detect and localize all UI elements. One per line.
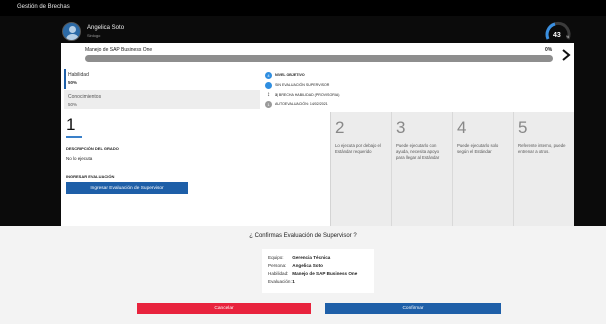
level-column[interactable]: 4 Puede ejecutarlo solo según el Estánda… <box>453 112 513 226</box>
score-suffix: % <box>566 35 570 39</box>
score-value: 43 <box>553 32 561 39</box>
summary-row: Habilidad: Manejo de SAP Business One <box>268 271 357 276</box>
tab-habilidad[interactable] <box>64 69 260 89</box>
level-column[interactable]: 5 Referente interno, puede entrenar a ot… <box>514 112 574 226</box>
summary-value: Manejo de SAP Business One <box>292 271 358 276</box>
summary-key: Persona: <box>268 263 287 268</box>
summary-row: Evaluación: 1 <box>268 279 295 284</box>
level-number: 3 <box>396 118 406 137</box>
target-level-icon: 4 <box>265 71 272 79</box>
summary-value: Gerencia Técnica <box>292 255 331 260</box>
app-title: Gestión de Brechas <box>17 4 70 10</box>
self-evaluation-icon: 1 <box>265 100 272 108</box>
legend-autoevaluacion: 1 AUTOEVALUACIÓN: 14/02/2021 <box>265 100 328 108</box>
level-number: 5 <box>518 118 528 137</box>
summary-row: Equipo: Gerencia Técnica <box>268 255 330 260</box>
confirm-button[interactable]: Confirmar <box>325 303 501 314</box>
level-description: Referente interno, puede entrenar a otro… <box>518 143 566 154</box>
legend-label: NIVEL OBJETIVO <box>275 73 305 77</box>
avatar-body-shape <box>66 34 79 40</box>
active-level-underline <box>66 136 82 138</box>
chevron-right-icon[interactable] <box>561 48 571 62</box>
confirm-title: ¿ Confirmas Evaluación de Supervisor ? <box>249 233 357 239</box>
level-description: Lo ejecuta por debajo el Estándar requer… <box>335 143 381 154</box>
level-column[interactable]: 2 Lo ejecuta por debajo el Estándar requ… <box>331 112 391 226</box>
summary-value: 1 <box>292 279 295 284</box>
habilidad-label: Habilidad <box>68 72 89 78</box>
no-evaluation-icon <box>265 81 272 89</box>
legend-label: AUTOEVALUACIÓN: 14/02/2021 <box>275 102 328 106</box>
user-role: Sinlogo <box>87 33 101 38</box>
evaluation-header: INGRESAR EVALUACIÓN <box>66 174 115 179</box>
description-header: DESCRIPCIÓN DEL GRADO <box>66 146 119 151</box>
gap-arrows-icon: ↕ <box>267 92 270 98</box>
level-number: 4 <box>457 118 467 137</box>
user-name: Angelica Soto <box>87 25 125 31</box>
course-progress-bar <box>85 55 553 62</box>
top-bar: Gestión de Brechas <box>0 0 606 16</box>
legend-label: SIN EVALUACIÓN SUPERVISOR <box>275 83 330 87</box>
conocimientos-percent: 50% <box>68 102 78 107</box>
summary-key: Equipo: <box>268 255 284 260</box>
avatar[interactable] <box>62 22 81 41</box>
summary-key: Habilidad: <box>268 271 289 276</box>
score-gauge <box>545 21 571 40</box>
level-column[interactable]: 3 Puede ejecutarlo con ayuda, necesita a… <box>392 112 452 226</box>
level-description: Puede ejecutarlo con ayuda, necesita apo… <box>396 143 440 160</box>
summary-row: Persona: Angelica Soto <box>268 263 323 268</box>
description-text: No lo ejecuta <box>66 156 93 161</box>
course-title: Manejo de SAP Business One <box>85 47 153 53</box>
summary-value: Angelica Soto <box>292 263 323 268</box>
avatar-head-shape <box>69 26 76 33</box>
legend-nivel-objetivo: 4 NIVEL OBJETIVO <box>265 71 305 79</box>
legend-brecha: ↕ 3 | BRECHA HABILIDAD (PROVISORIA) <box>265 91 339 99</box>
enter-evaluation-button[interactable]: Ingresar Evaluación de Supervisor <box>66 182 188 194</box>
legend-sin-evaluacion: SIN EVALUACIÓN SUPERVISOR <box>265 81 329 89</box>
level-description: Puede ejecutarlo solo según el Estándar <box>457 143 499 154</box>
conocimientos-label: Conocimientos <box>68 94 102 100</box>
course-percent: 0% <box>545 47 553 53</box>
level-number: 2 <box>335 118 345 137</box>
cancel-button[interactable]: Cancelar <box>137 303 311 314</box>
habilidad-percent: 50% <box>68 80 78 85</box>
legend-label: | BRECHA HABILIDAD (PROVISORIA) <box>277 93 340 97</box>
summary-key: Evaluación: <box>268 279 292 284</box>
active-level-number: 1 <box>66 115 76 134</box>
